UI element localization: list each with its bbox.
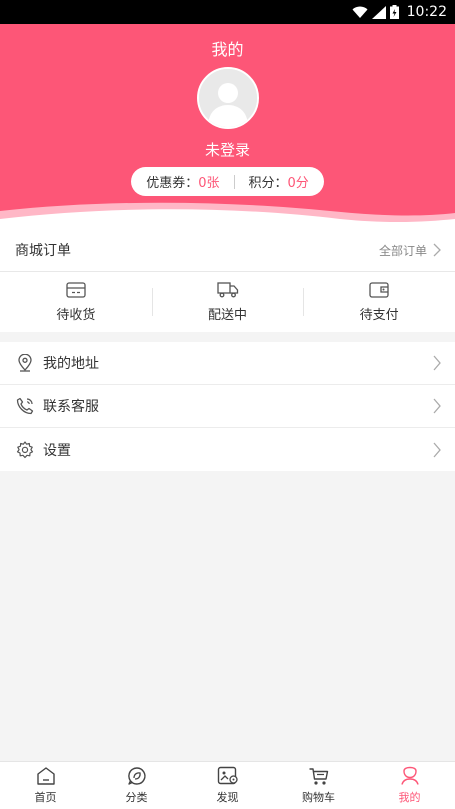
settings-menu: 我的地址 联系客服 设置 bbox=[0, 342, 455, 471]
cart-icon bbox=[309, 768, 328, 785]
location-icon bbox=[18, 354, 32, 372]
nav-item-cart[interactable]: 购物车 bbox=[273, 762, 364, 809]
menu-item-label: 设置 bbox=[43, 442, 71, 459]
page-title: 我的 bbox=[211, 40, 244, 59]
profile-header: 我的 未登录 优惠券： 0张 积分： 0分 bbox=[0, 24, 455, 229]
menu-item-label: 联系客服 bbox=[43, 399, 99, 415]
truck-icon bbox=[216, 282, 238, 298]
order-status-row: 待收货 配送中 待支付 bbox=[0, 272, 455, 332]
phone-icon bbox=[16, 397, 34, 415]
discover-icon bbox=[217, 766, 238, 785]
order-item-label: 待支付 bbox=[359, 307, 399, 323]
avatar-placeholder-icon bbox=[199, 69, 257, 127]
nav-item-label: 首页 bbox=[34, 791, 57, 804]
divider bbox=[233, 174, 235, 189]
order-item-shipping[interactable]: 配送中 bbox=[151, 272, 304, 332]
chevron-right-icon bbox=[433, 442, 441, 457]
chevron-right-icon bbox=[433, 355, 441, 371]
battery-icon bbox=[389, 5, 399, 19]
bottom-navigation: 首页 分类 发现 购物车 我的 bbox=[0, 761, 455, 809]
status-time: 10:22 bbox=[406, 4, 447, 20]
wifi-icon bbox=[352, 6, 368, 18]
status-bar: 10:22 bbox=[0, 0, 455, 24]
profile-icon bbox=[400, 766, 419, 785]
menu-item-label: 我的地址 bbox=[43, 356, 99, 372]
home-icon bbox=[36, 767, 55, 785]
menu-item-customer-service[interactable]: 联系客服 bbox=[0, 385, 455, 428]
signal-icon bbox=[371, 5, 386, 19]
order-item-to-receive[interactable]: 待收货 bbox=[0, 272, 152, 332]
login-status[interactable]: 未登录 bbox=[0, 139, 455, 160]
card-icon bbox=[66, 281, 86, 298]
menu-item-address[interactable]: 我的地址 bbox=[0, 342, 455, 385]
chevron-right-icon bbox=[433, 243, 441, 257]
nav-item-label: 我的 bbox=[398, 791, 421, 804]
order-item-label: 配送中 bbox=[208, 308, 248, 323]
all-orders-link[interactable]: 全部订单 bbox=[379, 242, 441, 259]
order-section-title: 商城订单 bbox=[15, 243, 71, 259]
avatar[interactable] bbox=[197, 67, 259, 129]
nav-item-label: 购物车 bbox=[302, 791, 335, 804]
order-item-label: 待收货 bbox=[56, 307, 96, 323]
nav-item-label: 发现 bbox=[216, 791, 239, 804]
chevron-right-icon bbox=[433, 398, 441, 414]
nav-item-discover[interactable]: 发现 bbox=[182, 762, 273, 809]
nav-item-category[interactable]: 分类 bbox=[91, 762, 182, 809]
gear-icon bbox=[16, 440, 34, 458]
nav-item-profile[interactable]: 我的 bbox=[364, 762, 455, 809]
header-wave bbox=[0, 202, 455, 229]
menu-item-settings[interactable]: 设置 bbox=[0, 428, 455, 471]
order-section-header[interactable]: 商城订单 全部订单 bbox=[0, 229, 455, 272]
nav-item-label: 分类 bbox=[125, 791, 148, 804]
wallet-icon bbox=[369, 281, 389, 298]
nav-item-home[interactable]: 首页 bbox=[0, 762, 91, 809]
category-icon bbox=[127, 767, 146, 785]
all-orders-label: 全部订单 bbox=[378, 243, 427, 258]
order-item-to-pay[interactable]: 待支付 bbox=[303, 272, 455, 332]
